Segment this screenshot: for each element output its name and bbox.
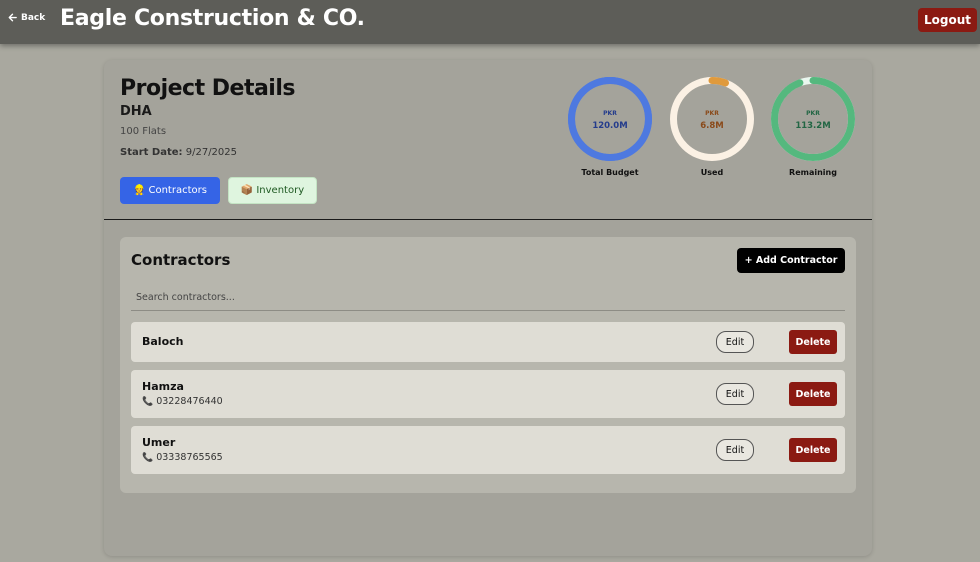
- phone-icon: 📞: [142, 452, 154, 463]
- remaining-value: 113.2M: [795, 121, 830, 131]
- remaining-currency: PKR: [806, 110, 820, 117]
- gauge-remaining: PKR 113.2M Remaining: [768, 74, 858, 177]
- remaining-label: Remaining: [789, 168, 837, 177]
- contractor-phone-number: 03338765565: [156, 452, 223, 463]
- contractor-name: Umer: [142, 436, 176, 449]
- start-date-value: 9/27/2025: [185, 147, 238, 158]
- arrow-left-icon: [8, 13, 17, 22]
- project-header: Project Details DHA 100 Flats Start Date…: [104, 60, 872, 220]
- delete-button[interactable]: Delete: [789, 382, 837, 406]
- tab-inventory-label: Inventory: [256, 185, 305, 196]
- search-input[interactable]: [131, 285, 845, 311]
- list-item: Hamza 📞 03228476440 Edit Delete: [131, 370, 845, 418]
- delete-button[interactable]: Delete: [789, 330, 837, 354]
- phone-icon: 📞: [142, 396, 154, 407]
- contractor-name: Hamza: [142, 380, 184, 393]
- gauge-total-budget: PKR 120.0M Total Budget: [565, 74, 655, 177]
- project-location: DHA: [120, 104, 152, 119]
- project-units: 100 Flats: [120, 126, 167, 137]
- start-date-label: Start Date:: [120, 147, 183, 158]
- project-start-date: Start Date: 9/27/2025: [120, 147, 237, 158]
- contractor-phone: 📞 03338765565: [142, 452, 223, 463]
- total-budget-currency: PKR: [603, 110, 617, 117]
- tab-contractors-label: Contractors: [148, 185, 207, 196]
- worker-icon: 👷: [133, 185, 146, 196]
- used-currency: PKR: [705, 110, 719, 117]
- used-ring: PKR 6.8M: [670, 77, 754, 161]
- used-value: 6.8M: [700, 121, 724, 131]
- page-title: Project Details: [120, 76, 296, 101]
- total-budget-value: 120.0M: [592, 121, 627, 131]
- total-budget-ring: PKR 120.0M: [568, 77, 652, 161]
- tab-contractors[interactable]: 👷 Contractors: [120, 177, 220, 204]
- edit-button[interactable]: Edit: [716, 383, 754, 405]
- back-button[interactable]: Back: [7, 12, 45, 23]
- package-icon: 📦: [240, 185, 254, 196]
- edit-button[interactable]: Edit: [716, 439, 754, 461]
- tab-inventory[interactable]: 📦 Inventory: [228, 177, 317, 204]
- contractor-phone: 📞 03228476440: [142, 396, 223, 407]
- back-label: Back: [21, 12, 46, 23]
- edit-button[interactable]: Edit: [716, 331, 754, 353]
- contractor-phone-number: 03228476440: [156, 396, 223, 407]
- contractor-name: Baloch: [142, 335, 184, 348]
- delete-button[interactable]: Delete: [789, 438, 837, 462]
- list-item: Umer 📞 03338765565 Edit Delete: [131, 426, 845, 474]
- contractors-title: Contractors: [131, 251, 231, 269]
- remaining-ring: PKR 113.2M: [771, 77, 855, 161]
- project-card: Project Details DHA 100 Flats Start Date…: [104, 60, 872, 556]
- gauge-used: PKR 6.8M Used: [667, 74, 757, 177]
- logout-button[interactable]: Logout: [918, 8, 977, 32]
- brand-title: Eagle Construction & CO.: [60, 6, 365, 31]
- used-label: Used: [700, 168, 724, 177]
- total-budget-label: Total Budget: [581, 168, 639, 177]
- add-contractor-button[interactable]: + Add Contractor: [737, 248, 845, 273]
- contractors-section: Contractors + Add Contractor Baloch Edit…: [120, 237, 856, 493]
- top-bar: Back Eagle Construction & CO. Logout: [0, 0, 980, 44]
- list-item: Baloch Edit Delete: [131, 322, 845, 362]
